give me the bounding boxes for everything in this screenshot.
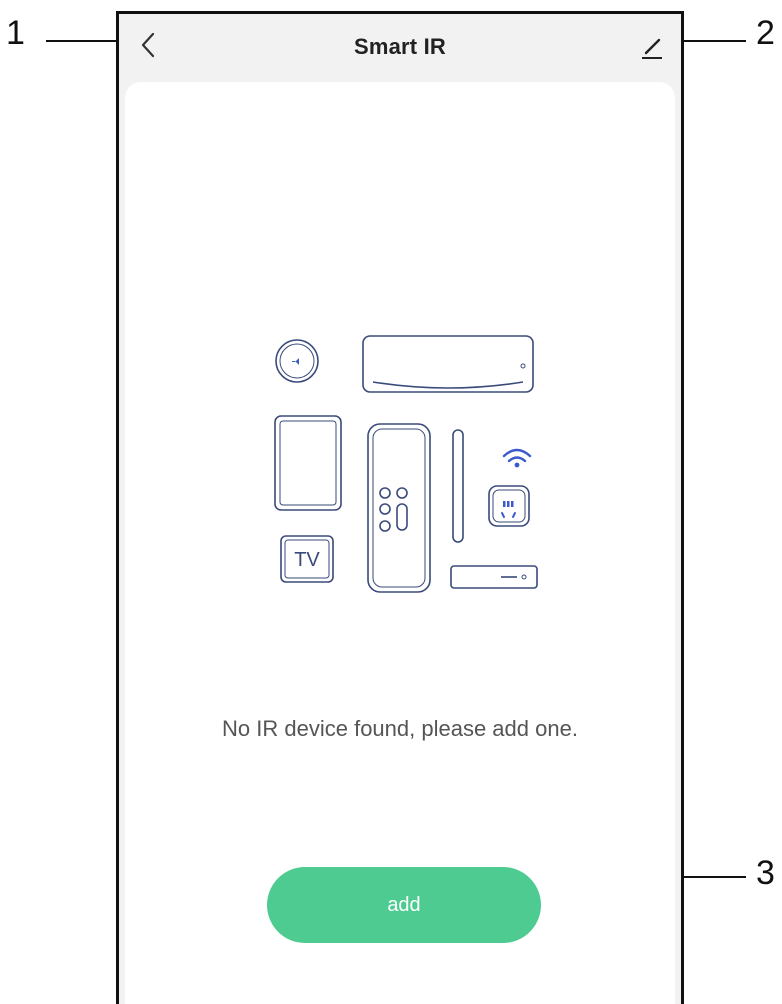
edit-button[interactable] — [635, 30, 669, 64]
tv-label: TV — [294, 549, 320, 571]
remote-control-icon — [367, 423, 431, 593]
phone-screen: Smart IR TV No IR device found, please a… — [116, 11, 684, 1004]
ir-devices-illustration: TV — [274, 335, 538, 593]
pencil-icon — [642, 38, 662, 59]
wifi-icon — [502, 448, 532, 463]
callout-number-2: 2 — [756, 14, 775, 52]
content-card: TV No IR device found, please add one. a… — [125, 82, 675, 1004]
manual-figure: 1 2 3 Smart IR TV No IR device found, pl… — [0, 0, 782, 1004]
callout-number-1: 1 — [6, 14, 25, 52]
sound-bar-icon — [452, 429, 464, 543]
app-header: Smart IR — [119, 14, 681, 82]
add-device-button[interactable]: add — [267, 867, 541, 943]
page-title: Smart IR — [353, 34, 447, 59]
callout-line-2 — [684, 40, 746, 42]
air-conditioner-icon — [362, 335, 534, 393]
set-top-box-icon — [450, 565, 538, 589]
callout-number-3: 3 — [756, 854, 775, 892]
empty-state-message: No IR device found, please add one. — [222, 716, 578, 741]
callout-line-1 — [46, 40, 118, 42]
tablet-icon — [274, 415, 342, 511]
